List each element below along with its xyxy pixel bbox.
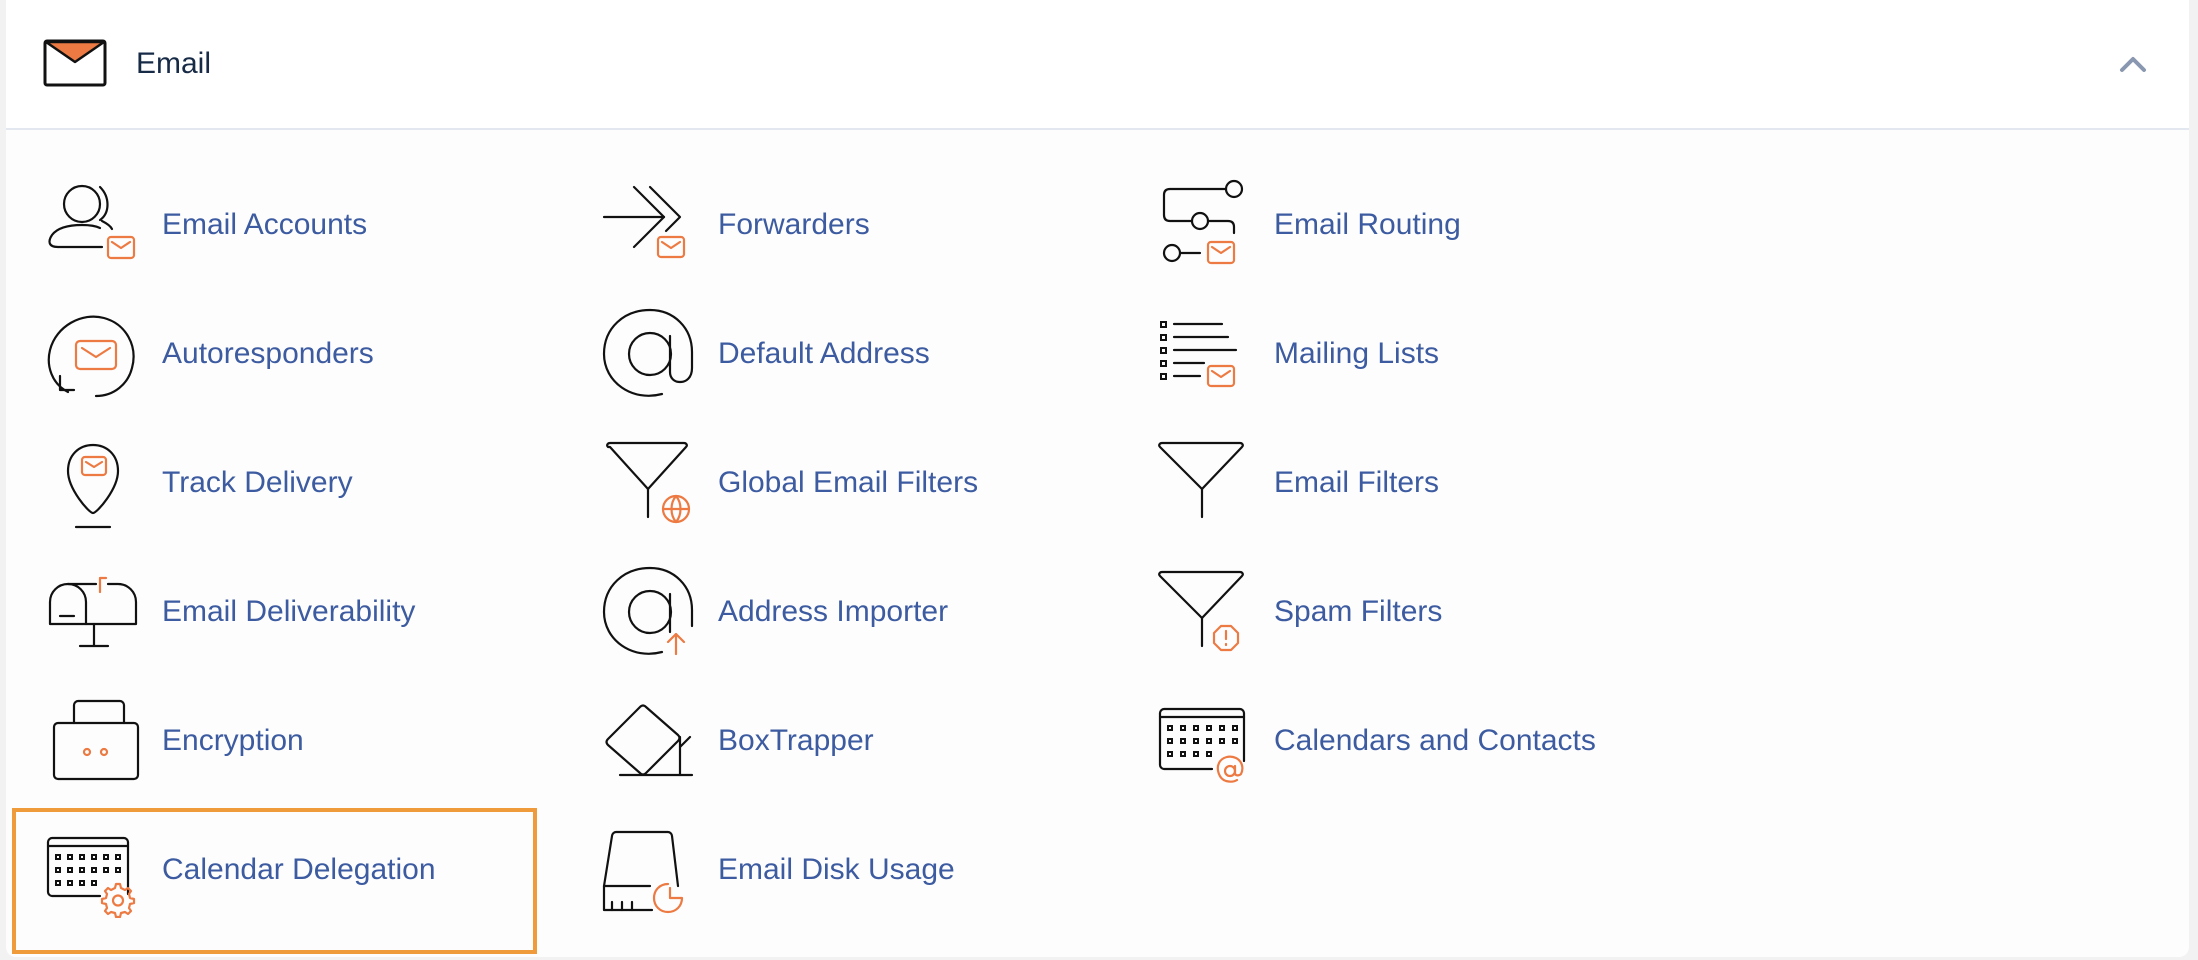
item-email-accounts[interactable]: Email Accounts — [44, 170, 367, 280]
item-label: Email Accounts — [162, 208, 368, 241]
calendar-gear-icon — [46, 836, 136, 918]
item-label: Global Email Filters — [718, 466, 979, 499]
user-mail-icon — [48, 184, 136, 260]
filter-icon — [1158, 441, 1244, 519]
lock-icon — [52, 699, 140, 781]
chevron-up-icon[interactable] — [2118, 52, 2148, 76]
item-default-address[interactable]: Default Address — [600, 299, 930, 409]
item-label: Calendar Delegation — [162, 853, 436, 886]
item-label: BoxTrapper — [718, 724, 874, 757]
item-label: Autoresponders — [162, 337, 374, 370]
item-address-importer[interactable]: Address Importer — [600, 557, 948, 667]
section-title: Email — [136, 47, 212, 80]
filter-globe-icon — [606, 441, 691, 524]
item-label: Track Delivery — [162, 466, 353, 499]
mailbox-icon — [48, 576, 138, 648]
filter-warning-icon — [1158, 570, 1244, 652]
routing-mail-icon — [1162, 179, 1244, 265]
at-sign-icon — [602, 308, 694, 397]
item-boxtrapper[interactable]: BoxTrapper — [600, 686, 874, 796]
section-header[interactable]: Email — [6, 0, 2189, 130]
location-pin-mail-icon — [66, 443, 120, 529]
disk-usage-icon — [602, 830, 684, 914]
item-email-disk-usage[interactable]: Email Disk Usage — [600, 815, 955, 925]
item-label: Address Importer — [718, 595, 949, 628]
item-calendars-and-contacts[interactable]: Calendars and Contacts — [1156, 686, 1596, 796]
item-label: Email Routing — [1274, 208, 1461, 241]
item-mailing-lists[interactable]: Mailing Lists — [1156, 299, 1439, 409]
box-trap-icon — [605, 704, 694, 777]
item-label: Calendars and Contacts — [1274, 724, 1596, 757]
envelope-icon — [43, 39, 107, 87]
item-label: Mailing Lists — [1274, 337, 1440, 370]
item-calendar-delegation[interactable]: Calendar Delegation — [44, 815, 436, 925]
item-global-email-filters[interactable]: Global Email Filters — [600, 428, 978, 538]
item-email-deliverability[interactable]: Email Deliverability — [44, 557, 415, 667]
item-email-filters[interactable]: Email Filters — [1156, 428, 1439, 538]
item-forwarders[interactable]: Forwarders — [600, 170, 870, 280]
item-label: Default Address — [718, 337, 930, 370]
item-label: Spam Filters — [1274, 595, 1443, 628]
item-label: Email Filters — [1274, 466, 1440, 499]
item-label: Encryption — [162, 724, 304, 757]
item-track-delivery[interactable]: Track Delivery — [44, 428, 353, 538]
calendar-at-icon — [1158, 707, 1246, 783]
list-mail-icon — [1160, 321, 1238, 388]
item-spam-filters[interactable]: Spam Filters — [1156, 557, 1442, 667]
item-autoresponders[interactable]: Autoresponders — [44, 299, 374, 409]
item-email-routing[interactable]: Email Routing — [1156, 170, 1461, 280]
item-label: Email Disk Usage — [718, 853, 955, 886]
item-label: Email Deliverability — [162, 595, 416, 628]
forward-mail-icon — [602, 185, 686, 259]
auto-reply-mail-icon — [47, 315, 135, 398]
item-label: Forwarders — [718, 208, 870, 241]
at-sign-upload-icon — [602, 566, 694, 656]
item-encryption[interactable]: Encryption — [44, 686, 304, 796]
